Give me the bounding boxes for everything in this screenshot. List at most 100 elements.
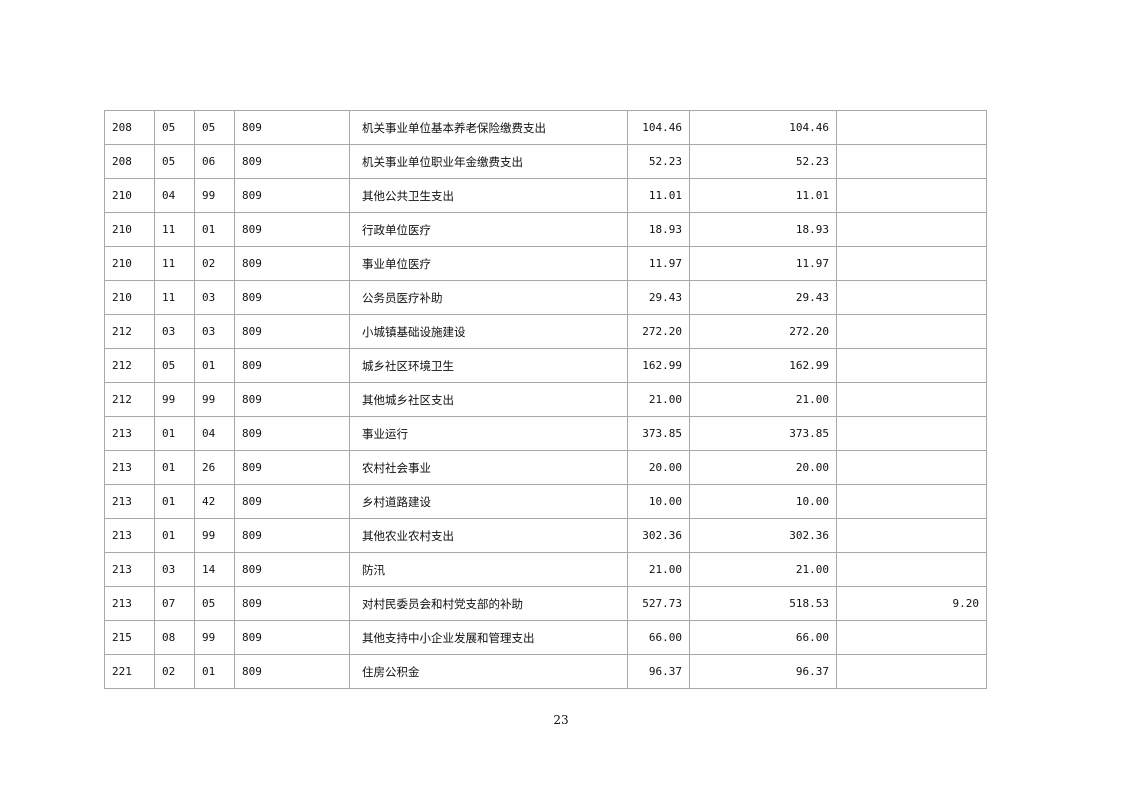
project-expenditure-cell: 9.20 — [836, 586, 987, 621]
budget-table: 208 05 05 809 机关事业单位基本养老保险缴费支出 104.46 104.46 20… — [104, 110, 987, 689]
subject-name-cell: 机关事业单位职业年金缴费支出 — [349, 144, 628, 179]
section-code-cell: 99 — [154, 382, 195, 417]
total-amount-cell: 21.00 — [627, 382, 690, 417]
subject-name-cell: 住房公积金 — [349, 654, 628, 689]
item-code-cell: 05 — [194, 586, 235, 621]
section-code-cell: 05 — [154, 144, 195, 179]
basic-expenditure-cell: 10.00 — [689, 484, 837, 519]
project-expenditure-cell — [836, 314, 987, 349]
basic-expenditure-cell: 302.36 — [689, 518, 837, 553]
project-expenditure-cell — [836, 348, 987, 383]
unit-code-cell: 809 — [234, 246, 350, 281]
project-expenditure-cell — [836, 416, 987, 451]
section-code-cell: 05 — [154, 348, 195, 383]
item-code-cell: 01 — [194, 348, 235, 383]
table-row: 212 05 01 809 城乡社区环境卫生 162.99 162.99 — [104, 348, 987, 383]
document-page: 208 05 05 809 机关事业单位基本养老保险缴费支出 104.46 104.46 20… — [0, 0, 1122, 793]
item-code-cell: 03 — [194, 280, 235, 315]
item-code-cell: 03 — [194, 314, 235, 349]
unit-code-cell: 809 — [234, 586, 350, 621]
class-code-cell: 210 — [104, 212, 155, 247]
subject-name-cell: 城乡社区环境卫生 — [349, 348, 628, 383]
class-code-cell: 208 — [104, 144, 155, 179]
table-row: 210 11 01 809 行政单位医疗 18.93 18.93 — [104, 212, 987, 247]
item-code-cell: 05 — [194, 110, 235, 145]
unit-code-cell: 809 — [234, 110, 350, 145]
total-amount-cell: 11.97 — [627, 246, 690, 281]
subject-name-cell: 其他城乡社区支出 — [349, 382, 628, 417]
unit-code-cell: 809 — [234, 620, 350, 655]
unit-code-cell: 809 — [234, 212, 350, 247]
unit-code-cell: 809 — [234, 484, 350, 519]
section-code-cell: 01 — [154, 416, 195, 451]
table-body: 208 05 05 809 机关事业单位基本养老保险缴费支出 104.46 104.46 20… — [104, 110, 987, 689]
subject-name-cell: 其他农业农村支出 — [349, 518, 628, 553]
subject-name-cell: 事业单位医疗 — [349, 246, 628, 281]
basic-expenditure-cell: 162.99 — [689, 348, 837, 383]
project-expenditure-cell — [836, 484, 987, 519]
section-code-cell: 11 — [154, 212, 195, 247]
total-amount-cell: 162.99 — [627, 348, 690, 383]
section-code-cell: 01 — [154, 518, 195, 553]
section-code-cell: 11 — [154, 280, 195, 315]
unit-code-cell: 809 — [234, 144, 350, 179]
subject-name-cell: 对村民委员会和村党支部的补助 — [349, 586, 628, 621]
project-expenditure-cell — [836, 382, 987, 417]
basic-expenditure-cell: 11.97 — [689, 246, 837, 281]
class-code-cell: 215 — [104, 620, 155, 655]
total-amount-cell: 52.23 — [627, 144, 690, 179]
basic-expenditure-cell: 29.43 — [689, 280, 837, 315]
project-expenditure-cell — [836, 450, 987, 485]
unit-code-cell: 809 — [234, 280, 350, 315]
basic-expenditure-cell: 104.46 — [689, 110, 837, 145]
class-code-cell: 210 — [104, 246, 155, 281]
item-code-cell: 99 — [194, 382, 235, 417]
item-code-cell: 42 — [194, 484, 235, 519]
basic-expenditure-cell: 21.00 — [689, 382, 837, 417]
table-row: 210 11 02 809 事业单位医疗 11.97 11.97 — [104, 246, 987, 281]
subject-name-cell: 事业运行 — [349, 416, 628, 451]
item-code-cell: 01 — [194, 654, 235, 689]
section-code-cell: 11 — [154, 246, 195, 281]
item-code-cell: 99 — [194, 178, 235, 213]
project-expenditure-cell — [836, 552, 987, 587]
section-code-cell: 03 — [154, 552, 195, 587]
table-row: 212 99 99 809 其他城乡社区支出 21.00 21.00 — [104, 382, 987, 417]
section-code-cell: 02 — [154, 654, 195, 689]
project-expenditure-cell — [836, 144, 987, 179]
unit-code-cell: 809 — [234, 552, 350, 587]
project-expenditure-cell — [836, 280, 987, 315]
section-code-cell: 03 — [154, 314, 195, 349]
class-code-cell: 212 — [104, 382, 155, 417]
table-row: 213 01 99 809 其他农业农村支出 302.36 302.36 — [104, 518, 987, 553]
total-amount-cell: 527.73 — [627, 586, 690, 621]
class-code-cell: 221 — [104, 654, 155, 689]
section-code-cell: 01 — [154, 484, 195, 519]
class-code-cell: 213 — [104, 552, 155, 587]
subject-name-cell: 公务员医疗补助 — [349, 280, 628, 315]
basic-expenditure-cell: 20.00 — [689, 450, 837, 485]
subject-name-cell: 小城镇基础设施建设 — [349, 314, 628, 349]
table-row: 208 05 05 809 机关事业单位基本养老保险缴费支出 104.46 104.46 — [104, 110, 987, 145]
project-expenditure-cell — [836, 654, 987, 689]
class-code-cell: 213 — [104, 416, 155, 451]
project-expenditure-cell — [836, 246, 987, 281]
unit-code-cell: 809 — [234, 348, 350, 383]
section-code-cell: 05 — [154, 110, 195, 145]
table-row: 221 02 01 809 住房公积金 96.37 96.37 — [104, 654, 987, 689]
class-code-cell: 212 — [104, 314, 155, 349]
total-amount-cell: 10.00 — [627, 484, 690, 519]
total-amount-cell: 272.20 — [627, 314, 690, 349]
table-row: 213 01 26 809 农村社会事业 20.00 20.00 — [104, 450, 987, 485]
section-code-cell: 01 — [154, 450, 195, 485]
class-code-cell: 213 — [104, 518, 155, 553]
unit-code-cell: 809 — [234, 450, 350, 485]
subject-name-cell: 其他公共卫生支出 — [349, 178, 628, 213]
item-code-cell: 02 — [194, 246, 235, 281]
subject-name-cell: 行政单位医疗 — [349, 212, 628, 247]
basic-expenditure-cell: 11.01 — [689, 178, 837, 213]
total-amount-cell: 11.01 — [627, 178, 690, 213]
project-expenditure-cell — [836, 518, 987, 553]
basic-expenditure-cell: 373.85 — [689, 416, 837, 451]
basic-expenditure-cell: 52.23 — [689, 144, 837, 179]
